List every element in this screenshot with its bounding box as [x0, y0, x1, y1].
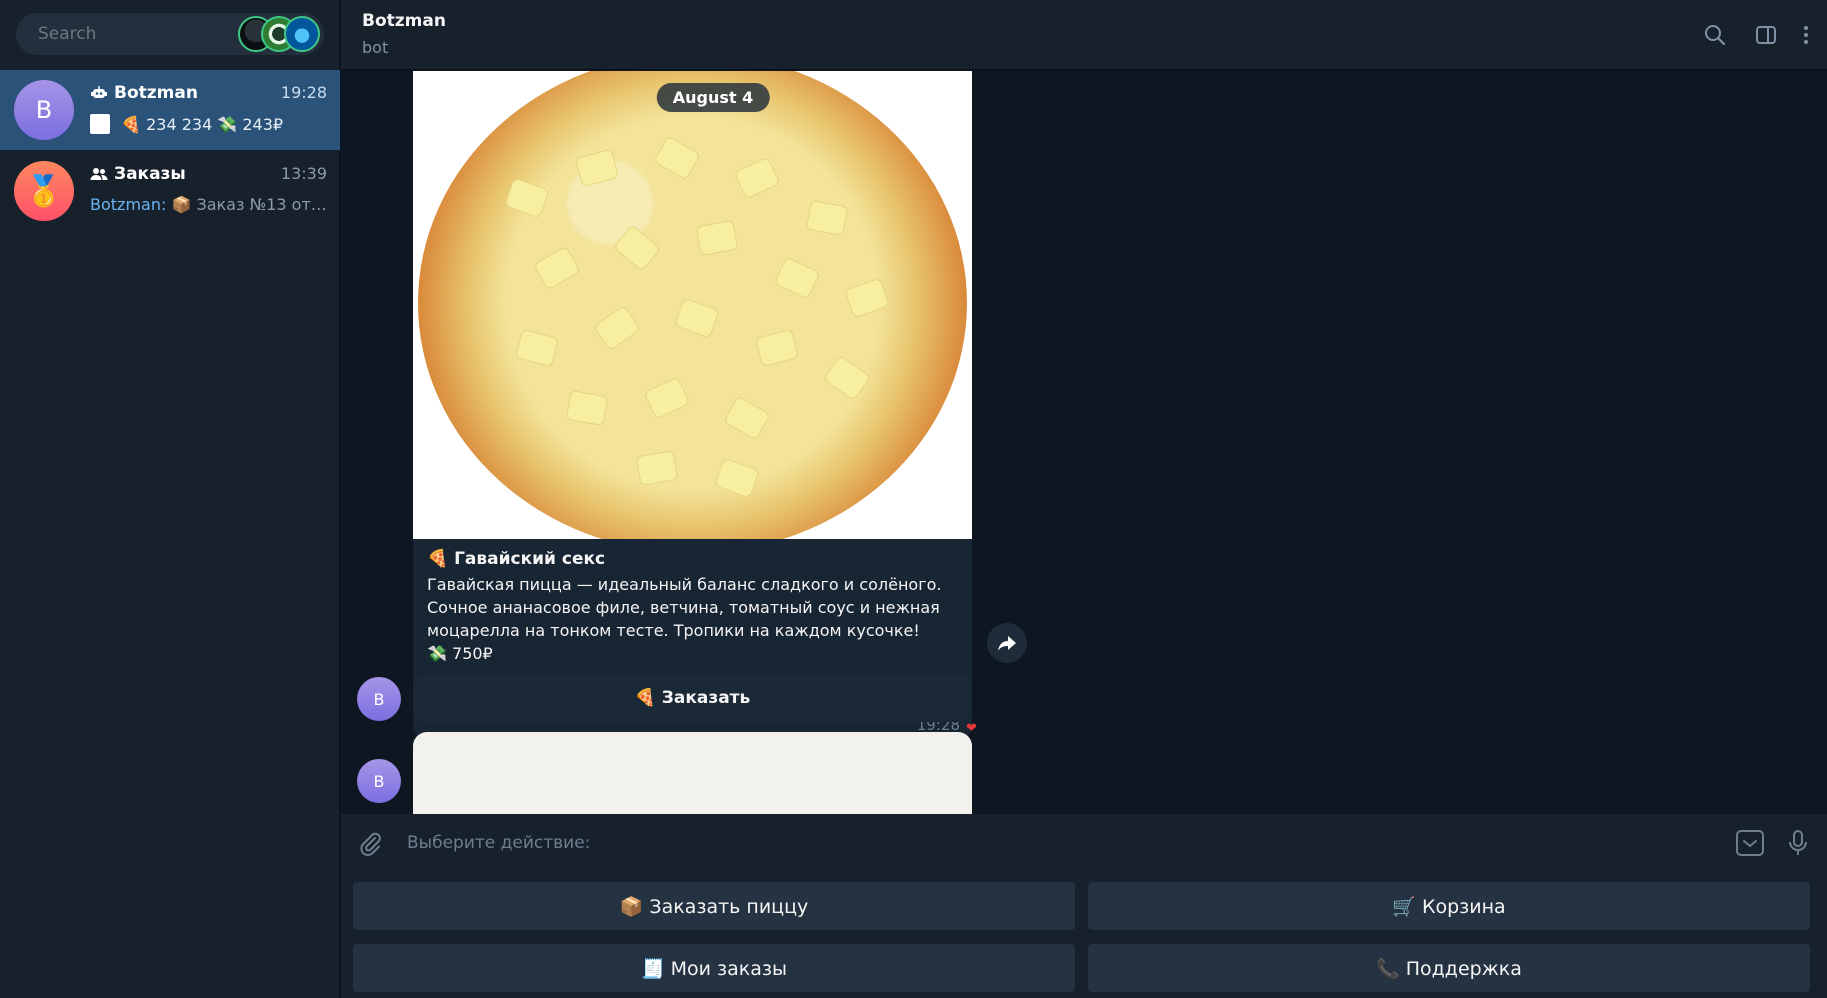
message-input[interactable]	[407, 814, 1407, 872]
search-icon[interactable]	[1700, 20, 1730, 50]
product-photo[interactable]: August 4	[413, 71, 972, 539]
avatar[interactable]: B	[357, 677, 401, 721]
avatar: B	[14, 80, 74, 140]
reply-keyboard: 📦 Заказать пиццу 🛒 Корзина 🧾 Мои заказы …	[341, 872, 1827, 998]
preview-sender: Botzman:	[90, 195, 167, 214]
next-product-photo[interactable]	[413, 732, 972, 814]
paperclip-icon[interactable]	[355, 828, 385, 858]
bot-icon	[90, 85, 108, 101]
chat-title[interactable]: Botzman	[362, 11, 446, 31]
heart-reaction-icon[interactable]: ❤	[966, 722, 980, 736]
product-title: 🍕 Гавайский секс	[427, 549, 606, 569]
product-description: Гавайская пицца — идеальный баланс сладк…	[427, 575, 942, 640]
chat-item-orders[interactable]: 🥇 Заказы 13:39 Botzman: 📦 Заказ №13 от 0…	[0, 151, 340, 231]
chat-preview: 🍕 234 234 💸 243₽	[121, 115, 284, 134]
chat-header: Botzman bot	[341, 0, 1827, 70]
order-inline-button[interactable]: 🍕 Заказать	[413, 674, 972, 722]
message-composer	[341, 814, 1827, 872]
my-orders-button[interactable]: 🧾 Мои заказы	[353, 944, 1075, 992]
chat-time: 13:39	[280, 164, 327, 183]
chat-item-botzman[interactable]: B Botzman 19:28 🍕 234 234 💸 243₽	[0, 70, 340, 150]
chat-name: Заказы	[114, 164, 186, 184]
support-button[interactable]: 📞 Поддержка	[1088, 944, 1810, 992]
telegram-app: B Botzman 19:28 🍕 234 234 💸 243₽ 🥇	[0, 0, 1827, 998]
search-box[interactable]	[16, 13, 324, 55]
forward-button[interactable]	[987, 623, 1027, 663]
sidebar-toggle-icon[interactable]	[1751, 20, 1781, 50]
chat-time: 19:28	[280, 83, 327, 102]
search-input[interactable]	[38, 13, 238, 55]
stories-strip[interactable]	[238, 16, 320, 52]
chat-list-sidebar: B Botzman 19:28 🍕 234 234 💸 243₽ 🥇	[0, 0, 340, 998]
chat-preview: 📦 Заказ №13 от 04.08	[171, 195, 327, 214]
avatar[interactable]: B	[357, 759, 401, 803]
date-separator: August 4	[656, 83, 770, 112]
product-price: 💸 750₽	[427, 644, 493, 663]
group-icon	[90, 166, 108, 182]
order-pizza-button[interactable]: 📦 Заказать пиццу	[353, 882, 1075, 930]
more-menu-icon[interactable]	[1791, 20, 1821, 50]
chat-subtitle: bot	[362, 38, 389, 57]
chat-name: Botzman	[114, 83, 198, 103]
microphone-icon[interactable]	[1783, 828, 1813, 858]
story-avatar-3[interactable]	[284, 16, 320, 52]
keyboard-toggle-icon[interactable]	[1734, 828, 1766, 858]
image-thumbnail-icon	[90, 114, 110, 134]
avatar: 🥇	[14, 161, 74, 221]
cart-button[interactable]: 🛒 Корзина	[1088, 882, 1810, 930]
forward-icon	[998, 636, 1016, 651]
pizza-image	[418, 71, 967, 539]
message-list[interactable]: August 4 🍕 Гавайский секс Гавайская пицц…	[341, 71, 1827, 814]
